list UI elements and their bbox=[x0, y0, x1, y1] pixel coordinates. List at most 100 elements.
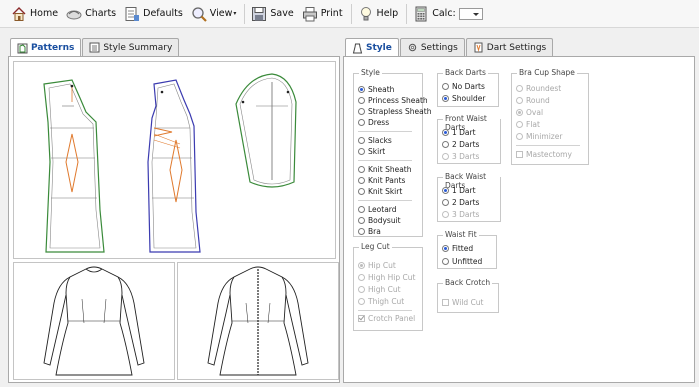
back-pattern-piece bbox=[147, 79, 201, 253]
bra-cup-divider bbox=[516, 145, 580, 146]
tab-style-summary[interactable]: Style Summary bbox=[82, 38, 180, 56]
back-sketch-preview[interactable] bbox=[177, 262, 339, 380]
tab-patterns[interactable]: Patterns bbox=[10, 38, 82, 57]
back-darts-option-no-darts[interactable]: No Darts bbox=[442, 82, 485, 91]
charts-label: Charts bbox=[85, 8, 117, 19]
front-dress-sketch bbox=[43, 266, 145, 376]
defaults-button[interactable]: Defaults bbox=[121, 3, 186, 25]
radio-icon bbox=[442, 129, 449, 136]
radio-icon bbox=[358, 286, 365, 293]
back-waist-darts-option-3[interactable]: 3 Darts bbox=[442, 210, 479, 219]
waist-fit-option-unfitted[interactable]: Unfitted bbox=[442, 257, 482, 266]
left-tab-strip: Patterns Style Summary bbox=[10, 38, 180, 57]
style-panel: Style Sheath Princess Sheath Strapless S… bbox=[343, 56, 695, 383]
print-button[interactable]: Print bbox=[299, 3, 346, 25]
style-option-knit-skirt[interactable]: Knit Skirt bbox=[358, 187, 402, 196]
back-waist-darts-option-2[interactable]: 2 Darts bbox=[442, 198, 479, 207]
crotch-panel-checkbox[interactable]: Crotch Panel bbox=[358, 314, 415, 323]
dart-icon bbox=[473, 42, 484, 53]
defaults-label: Defaults bbox=[143, 8, 183, 19]
radio-icon bbox=[516, 133, 523, 140]
wild-cut-checkbox[interactable]: Wild Cut bbox=[442, 298, 484, 307]
style-divider bbox=[358, 160, 412, 161]
bra-cup-option-minimizer[interactable]: Minimizer bbox=[516, 132, 562, 141]
front-waist-darts-option-3[interactable]: 3 Darts bbox=[442, 152, 479, 161]
radio-icon bbox=[358, 119, 365, 126]
radio-icon bbox=[516, 121, 523, 128]
radio-icon bbox=[442, 211, 449, 218]
tab-patterns-label: Patterns bbox=[31, 43, 75, 53]
radio-icon bbox=[358, 217, 365, 224]
patterns-panel bbox=[8, 56, 340, 383]
tab-style[interactable]: Style bbox=[345, 38, 399, 57]
toolbar-divider bbox=[350, 3, 352, 24]
leg-cut-option-hip-cut[interactable]: Hip Cut bbox=[358, 261, 396, 270]
save-icon bbox=[251, 6, 267, 22]
patterns-icon bbox=[17, 43, 28, 54]
save-button[interactable]: Save bbox=[248, 3, 296, 25]
leg-cut-divider bbox=[358, 310, 412, 311]
style-option-bodysuit[interactable]: Bodysuit bbox=[358, 216, 401, 225]
bra-cup-option-oval[interactable]: Oval bbox=[516, 108, 543, 117]
bra-cup-option-round[interactable]: Round bbox=[516, 96, 550, 105]
tab-dart-settings[interactable]: Dart Settings bbox=[465, 38, 554, 56]
style-option-dress[interactable]: Dress bbox=[358, 118, 389, 127]
leg-cut-group-title: Leg Cut bbox=[359, 242, 392, 251]
back-darts-group: Back Darts No Darts Shoulder bbox=[437, 68, 499, 107]
style-option-bra[interactable]: Bra bbox=[358, 227, 381, 236]
charts-button[interactable]: Charts bbox=[63, 3, 119, 25]
style-option-knit-pants[interactable]: Knit Pants bbox=[358, 176, 405, 185]
calc-dropdown[interactable] bbox=[458, 7, 483, 20]
tab-dart-settings-label: Dart Settings bbox=[486, 42, 547, 53]
style-option-strapless-sheath[interactable]: Strapless Sheath bbox=[358, 107, 431, 116]
help-label: Help bbox=[376, 8, 399, 19]
help-button[interactable]: Help bbox=[355, 3, 402, 25]
style-option-skirt[interactable]: Skirt bbox=[358, 147, 385, 156]
front-sketch-preview[interactable] bbox=[13, 262, 175, 380]
charts-icon bbox=[66, 6, 82, 22]
style-option-sheath[interactable]: Sheath bbox=[358, 85, 394, 94]
style-option-leotard[interactable]: Leotard bbox=[358, 205, 397, 214]
bra-cup-shape-group: Bra Cup Shape Roundest Round Oval Flat M… bbox=[511, 68, 589, 165]
leg-cut-option-high-hip-cut[interactable]: High Hip Cut bbox=[358, 273, 415, 282]
toolbar-divider bbox=[244, 3, 246, 24]
style-option-princess-sheath[interactable]: Princess Sheath bbox=[358, 96, 428, 105]
radio-icon bbox=[358, 188, 365, 195]
checkbox-icon bbox=[358, 315, 365, 322]
waist-fit-group: Waist Fit Fitted Unfitted bbox=[437, 230, 497, 269]
radio-icon bbox=[358, 262, 365, 269]
radio-icon bbox=[358, 298, 365, 305]
bra-cup-option-roundest[interactable]: Roundest bbox=[516, 84, 561, 93]
back-waist-darts-option-1[interactable]: 1 Dart bbox=[442, 186, 476, 195]
back-dress-sketch bbox=[207, 266, 309, 376]
leg-cut-option-high-cut[interactable]: High Cut bbox=[358, 285, 401, 294]
radio-icon bbox=[516, 109, 523, 116]
style-option-slacks[interactable]: Slacks bbox=[358, 136, 392, 145]
radio-icon bbox=[358, 206, 365, 213]
pattern-preview[interactable] bbox=[13, 61, 336, 259]
style-option-knit-sheath[interactable]: Knit Sheath bbox=[358, 165, 412, 174]
radio-icon bbox=[358, 137, 365, 144]
defaults-icon bbox=[124, 6, 140, 22]
view-button[interactable]: View ▾ bbox=[188, 3, 240, 25]
waist-fit-option-fitted[interactable]: Fitted bbox=[442, 244, 473, 253]
radio-icon bbox=[442, 83, 449, 90]
tab-style-label: Style bbox=[366, 43, 392, 53]
style-group: Style Sheath Princess Sheath Strapless S… bbox=[353, 68, 431, 237]
calc-control: Calc: bbox=[410, 3, 486, 25]
mastectomy-checkbox[interactable]: Mastectomy bbox=[516, 150, 572, 159]
gear-icon bbox=[407, 42, 418, 53]
front-waist-darts-option-2[interactable]: 2 Darts bbox=[442, 140, 479, 149]
save-label: Save bbox=[270, 8, 294, 19]
tab-settings-label: Settings bbox=[420, 42, 458, 53]
tab-settings[interactable]: Settings bbox=[399, 38, 465, 56]
waist-fit-group-title: Waist Fit bbox=[443, 230, 479, 239]
home-label: Home bbox=[30, 8, 59, 19]
leg-cut-option-thigh-cut[interactable]: Thigh Cut bbox=[358, 297, 404, 306]
home-button[interactable]: Home bbox=[8, 3, 61, 25]
bra-cup-shape-group-title: Bra Cup Shape bbox=[517, 68, 577, 77]
front-waist-darts-option-1[interactable]: 1 Dart bbox=[442, 128, 476, 137]
back-darts-option-shoulder[interactable]: Shoulder bbox=[442, 94, 485, 103]
bra-cup-option-flat[interactable]: Flat bbox=[516, 120, 540, 129]
radio-icon bbox=[358, 166, 365, 173]
